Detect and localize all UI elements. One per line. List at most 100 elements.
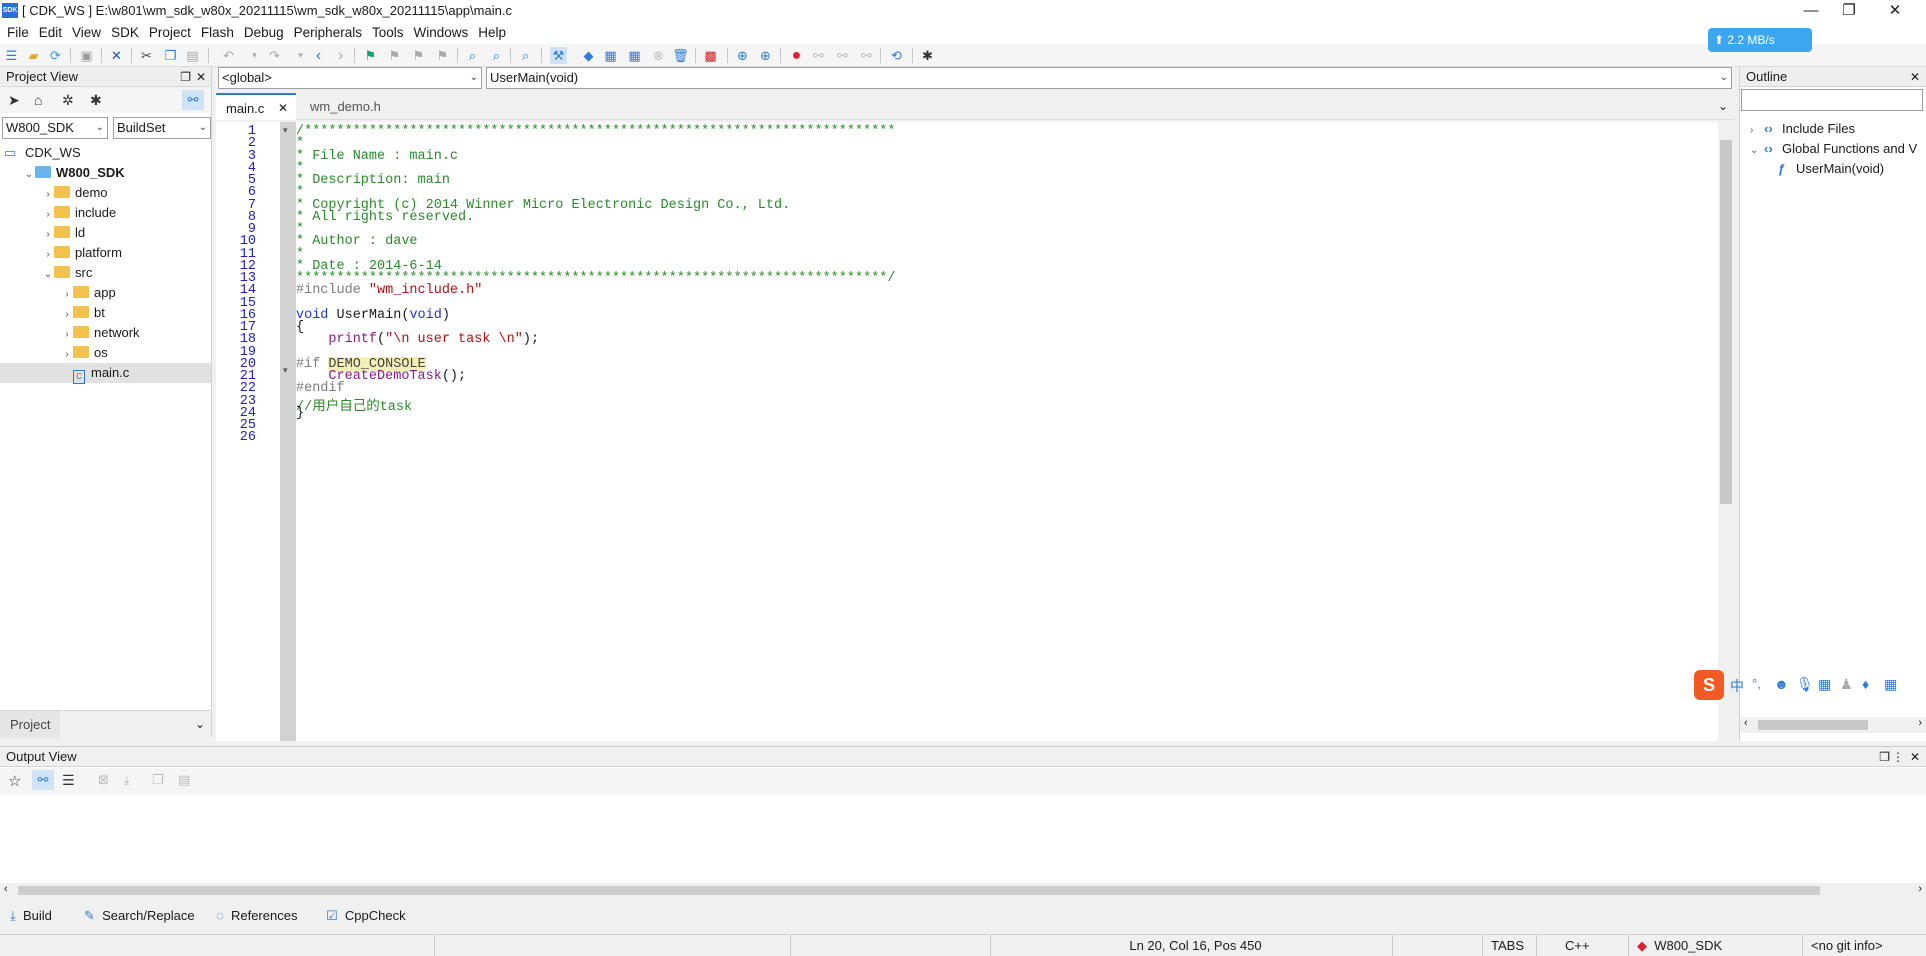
build-wand-icon[interactable]: ⚒ bbox=[550, 47, 567, 64]
tab-main-c[interactable]: main.c ✕ bbox=[216, 93, 296, 120]
chevron-right-icon[interactable]: › bbox=[61, 285, 73, 305]
redo-dropdown-icon[interactable]: ▾ bbox=[292, 47, 309, 64]
breakpoint-icon[interactable]: ● bbox=[788, 47, 805, 64]
clean-icon[interactable]: 🗑 bbox=[672, 47, 689, 64]
chevron-right-icon[interactable]: › bbox=[42, 205, 54, 225]
copy-output-icon[interactable]: ❐ bbox=[152, 772, 164, 788]
outline-horizontal-scrollbar[interactable]: ‹ › bbox=[1740, 717, 1926, 733]
project-select[interactable]: W800_SDK ⌄ bbox=[2, 117, 108, 139]
close-panel-icon[interactable]: ✕ bbox=[1910, 67, 1920, 87]
user-icon[interactable]: ♟ bbox=[1840, 676, 1853, 693]
clear-bookmarks-icon[interactable]: ⚑ bbox=[434, 47, 451, 64]
more-options-icon[interactable]: ⋮ bbox=[1892, 747, 1904, 767]
undo-dropdown-icon[interactable]: ▾ bbox=[246, 47, 263, 64]
fold-toggle-icon[interactable]: ▾ bbox=[283, 125, 288, 136]
tab-build[interactable]: ⤓ Build bbox=[10, 907, 52, 925]
emoji-icon[interactable]: ☻ bbox=[1774, 676, 1789, 692]
bookmark-flag-icon[interactable]: ⚑ bbox=[362, 47, 379, 64]
outline-item[interactable]: ⌄ ‹› Global Functions and V bbox=[1750, 139, 1917, 159]
chevron-right-icon[interactable]: › bbox=[42, 245, 54, 265]
chevron-right-icon[interactable]: › bbox=[1750, 121, 1764, 141]
function-select[interactable]: UserMain(void) ⌄ bbox=[486, 67, 1732, 89]
search-icon[interactable]: ⌕ bbox=[517, 47, 534, 64]
outline-scroll-thumb[interactable] bbox=[1758, 720, 1868, 730]
unlink-icon[interactable]: ⚯ bbox=[834, 47, 851, 64]
chevron-right-icon[interactable]: › bbox=[42, 185, 54, 205]
output-horizontal-scrollbar[interactable]: ‹ › bbox=[0, 883, 1926, 898]
flash-download-icon[interactable]: ▩ bbox=[702, 47, 719, 64]
fold-margin[interactable]: ▾ ▾ bbox=[280, 122, 296, 741]
status-project[interactable]: ◆ W800_SDK bbox=[1628, 935, 1802, 956]
chevron-down-icon[interactable]: ⌄ bbox=[23, 165, 35, 185]
menu-project[interactable]: Project bbox=[144, 22, 196, 44]
tree-item[interactable]: › bt bbox=[0, 303, 211, 323]
find-icon[interactable]: ⌕ bbox=[464, 47, 481, 64]
float-panel-icon[interactable]: ❐ bbox=[1879, 747, 1890, 767]
sync-icon[interactable]: ⟲ bbox=[888, 47, 905, 64]
menu-windows[interactable]: Windows bbox=[408, 22, 473, 44]
settings-icon[interactable]: ✲ bbox=[62, 92, 74, 109]
debug-search-icon[interactable]: ⊕ bbox=[757, 47, 774, 64]
debug-bug-icon[interactable]: ✱ bbox=[90, 92, 102, 109]
new-workspace-icon[interactable]: ☰ bbox=[3, 47, 20, 64]
tree-item[interactable]: › include bbox=[0, 203, 211, 223]
redo-icon[interactable]: ↷ bbox=[266, 47, 283, 64]
stop-build-icon[interactable]: ⊗ bbox=[650, 47, 667, 64]
bug-icon[interactable]: ✱ bbox=[919, 47, 936, 64]
paste-output-icon[interactable]: ▤ bbox=[178, 772, 190, 788]
skin-icon[interactable]: ♦ bbox=[1862, 676, 1869, 692]
locate-icon[interactable]: ➤ bbox=[8, 92, 20, 109]
back-icon[interactable]: ‹ bbox=[310, 47, 327, 64]
tree-item[interactable]: ▭ CDK_WS bbox=[0, 143, 211, 163]
buildset-select[interactable]: BuildSet ⌄ bbox=[113, 117, 211, 139]
close-panel-icon[interactable]: ✕ bbox=[1910, 747, 1920, 767]
tab-search-replace[interactable]: ✎ Search/Replace bbox=[84, 907, 195, 925]
ime-chinese-mode[interactable]: 中 bbox=[1730, 676, 1744, 696]
tabs-dropdown-icon[interactable]: ⌄ bbox=[1718, 99, 1728, 113]
tab-project[interactable]: Project bbox=[0, 711, 60, 738]
scroll-right-icon[interactable]: › bbox=[1918, 717, 1922, 729]
build-cube-icon[interactable]: ◆ bbox=[580, 47, 597, 64]
menu-edit[interactable]: Edit bbox=[34, 22, 67, 44]
link-icon[interactable]: ⚯ bbox=[810, 47, 827, 64]
save-icon[interactable]: ▣ bbox=[78, 47, 95, 64]
next-bookmark-icon[interactable]: ⚑ bbox=[410, 47, 427, 64]
outline-item[interactable]: ƒ UserMain(void) bbox=[1778, 159, 1884, 179]
close-file-icon[interactable]: ✕ bbox=[108, 47, 125, 64]
connect-icon[interactable]: ⚯ bbox=[858, 47, 875, 64]
save-output-icon[interactable]: ⤓ bbox=[124, 772, 130, 788]
open-folder-icon[interactable]: ▰ bbox=[25, 47, 42, 64]
punctuation-icon[interactable]: °, bbox=[1752, 676, 1761, 691]
chevron-down-icon[interactable]: ⌄ bbox=[42, 265, 54, 285]
tree-item[interactable]: › network bbox=[0, 323, 211, 343]
start-debug-icon[interactable]: ⊕ bbox=[734, 47, 751, 64]
tree-item[interactable]: Cmain.c bbox=[0, 363, 211, 384]
tab-cppcheck[interactable]: ☑ CppCheck bbox=[326, 907, 406, 925]
link-editor-icon[interactable]: ⚯ bbox=[182, 90, 204, 110]
close-button[interactable]: ✕ bbox=[1872, 0, 1918, 22]
forward-icon[interactable]: › bbox=[332, 47, 349, 64]
tree-item[interactable]: ⌄ W800_SDK bbox=[0, 163, 211, 183]
editor-scroll-thumb[interactable] bbox=[1720, 140, 1732, 504]
chevron-down-icon[interactable]: ⌄ bbox=[195, 717, 205, 731]
chevron-down-icon[interactable]: ⌄ bbox=[1750, 141, 1764, 161]
tree-item[interactable]: ⌄ src bbox=[0, 263, 211, 283]
menu-tools[interactable]: Tools bbox=[367, 22, 409, 44]
close-panel-icon[interactable]: ✕ bbox=[196, 67, 206, 87]
copy-icon[interactable]: ❐ bbox=[162, 47, 179, 64]
maximize-button[interactable]: ❐ bbox=[1826, 0, 1872, 22]
tree-item[interactable]: › os bbox=[0, 343, 211, 363]
chevron-right-icon[interactable]: › bbox=[42, 225, 54, 245]
tree-item[interactable]: › platform bbox=[0, 243, 211, 263]
home-icon[interactable]: ⌂ bbox=[34, 92, 42, 108]
rebuild-icon[interactable]: ▦ bbox=[602, 47, 619, 64]
keyboard-icon[interactable]: ▦ bbox=[1818, 676, 1831, 693]
close-tab-icon[interactable]: ✕ bbox=[278, 95, 288, 122]
wrap-lines-icon[interactable]: ☰ bbox=[62, 772, 75, 789]
undo-icon[interactable]: ↶ bbox=[220, 47, 237, 64]
menu-debug[interactable]: Debug bbox=[239, 22, 289, 44]
sogou-logo-icon[interactable]: S bbox=[1694, 670, 1724, 700]
menu-flash[interactable]: Flash bbox=[196, 22, 239, 44]
menu-sdk[interactable]: SDK bbox=[106, 22, 144, 44]
tabs-mode[interactable]: TABS bbox=[1482, 935, 1536, 956]
